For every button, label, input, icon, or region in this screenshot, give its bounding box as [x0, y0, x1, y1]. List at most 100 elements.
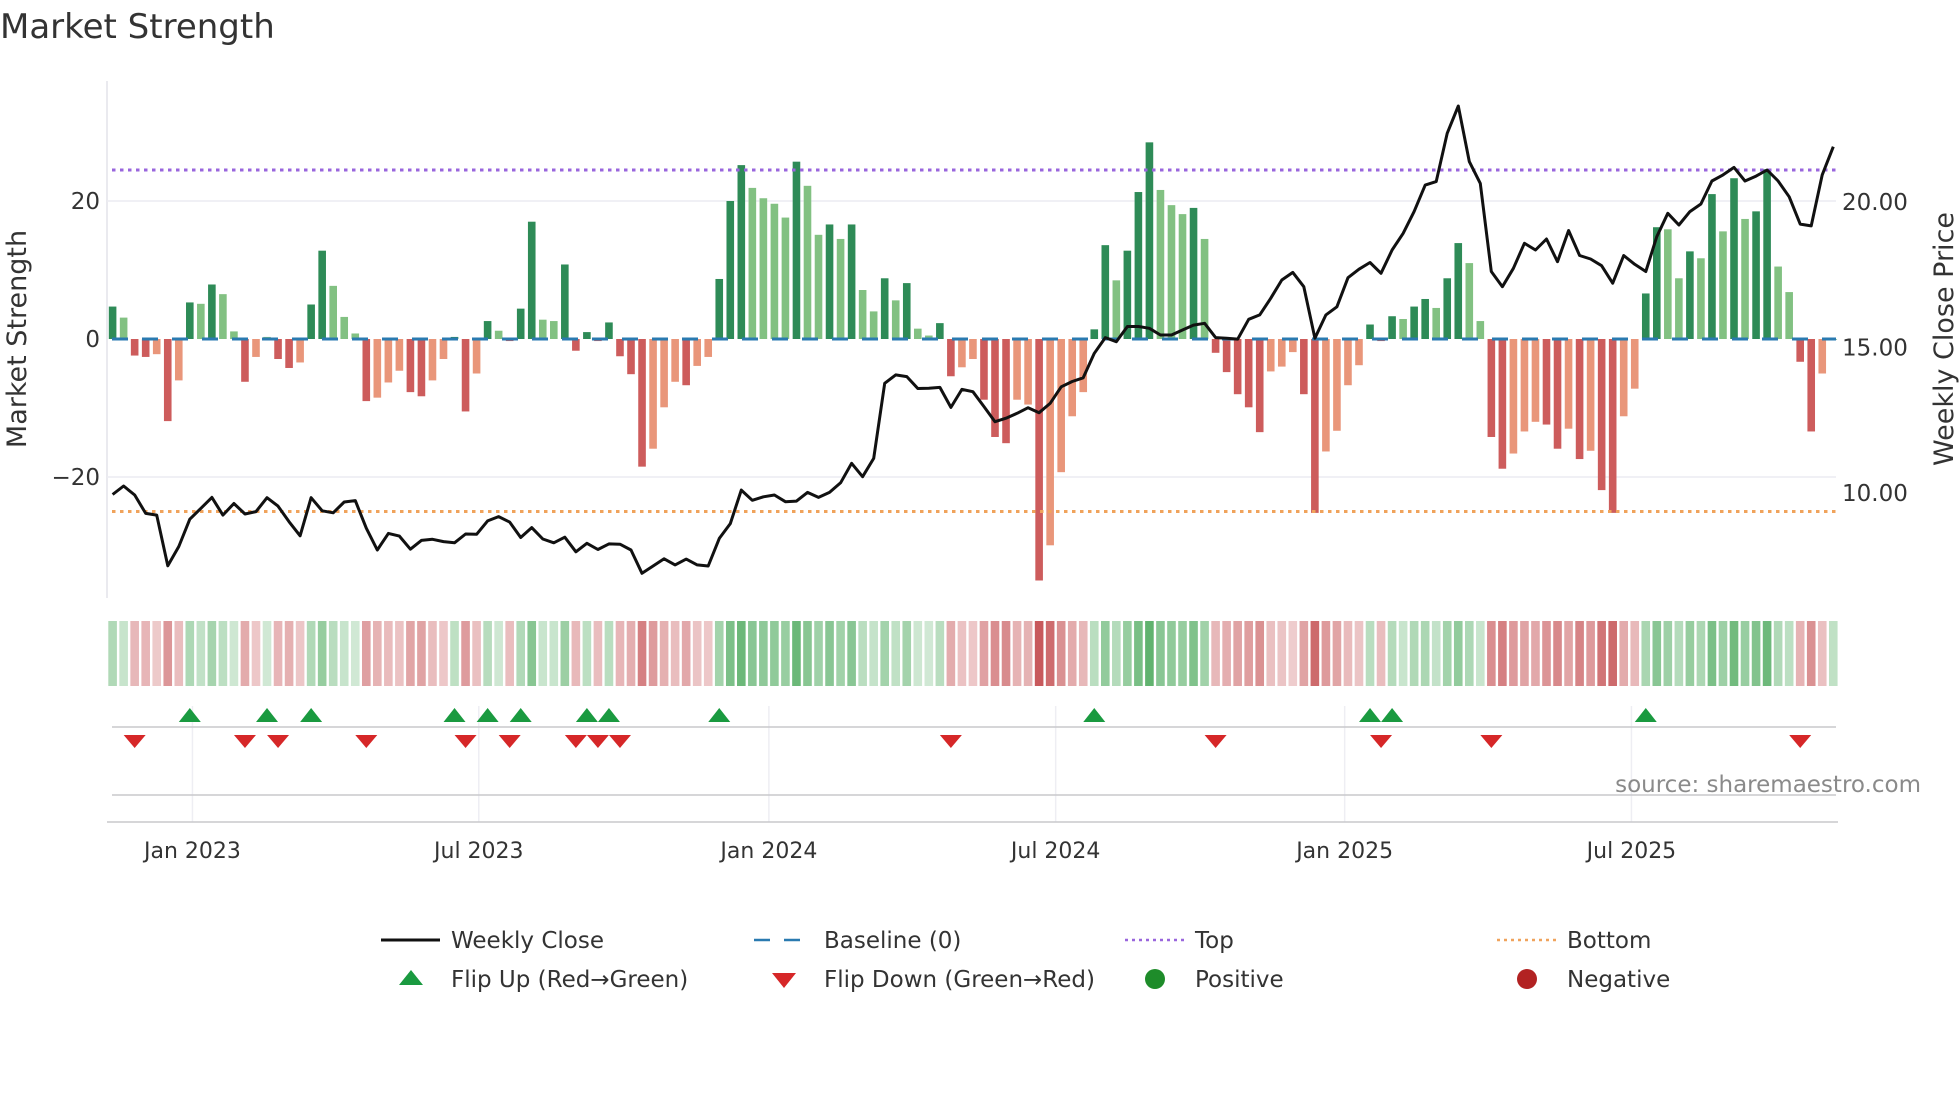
regime-cell: [1531, 621, 1540, 686]
strength-bar: [781, 217, 790, 339]
chart-title: Market Strength: [0, 7, 275, 47]
strength-bar: [527, 221, 536, 339]
legend-item: Baseline (0): [754, 928, 961, 954]
strength-bar: [902, 283, 911, 339]
strength-bar: [803, 185, 812, 339]
regime-cell: [1685, 621, 1695, 686]
strength-bar: [1542, 339, 1551, 425]
regime-cell: [1696, 621, 1706, 686]
flip-up-marker: [708, 708, 731, 722]
strength-bar: [1531, 339, 1540, 422]
flip-down-marker: [454, 735, 477, 748]
strength-bar: [969, 339, 977, 360]
strength-bar: [947, 339, 955, 377]
strength-bar: [318, 250, 326, 339]
flip-up-marker: [300, 708, 323, 722]
regime-cell: [1476, 621, 1485, 686]
flip-down-marker: [608, 735, 631, 748]
flip-up-marker: [476, 708, 499, 722]
regime-cell: [1520, 621, 1529, 686]
y-tick-label: 0: [85, 327, 100, 353]
strength-bar: [1399, 318, 1407, 339]
legend-label: Positive: [1195, 967, 1284, 993]
regime-cell: [637, 621, 647, 686]
strength-bar: [285, 339, 293, 368]
regime-cell: [659, 621, 669, 686]
legend-label: Bottom: [1567, 928, 1651, 954]
regime-cell: [1332, 621, 1342, 686]
legend-label: Negative: [1567, 967, 1670, 993]
regime-cell: [361, 621, 371, 686]
regime-cell: [1387, 621, 1397, 686]
regime-cell: [1442, 621, 1452, 686]
legend-item: Bottom: [1497, 928, 1651, 954]
strength-bar: [891, 300, 900, 339]
regime-cell: [847, 621, 856, 686]
regime-cell: [1553, 621, 1562, 686]
regime-cell: [384, 621, 393, 686]
strength-bar: [1333, 339, 1341, 431]
strength-bar: [406, 339, 415, 393]
strength-bar: [682, 339, 690, 386]
strength-bar: [197, 303, 205, 339]
strength-bar: [1664, 229, 1672, 339]
regime-cell: [803, 621, 812, 686]
regime-cell: [703, 621, 713, 686]
regime-cell: [1321, 621, 1331, 686]
strength-bar: [1057, 339, 1065, 473]
regime-cell: [1034, 621, 1044, 686]
regime-cell: [1674, 621, 1684, 686]
triangle-down-icon: [772, 973, 796, 988]
strength-bar: [1211, 339, 1220, 353]
strength-bar: [1608, 339, 1617, 513]
strength-bar: [1465, 263, 1474, 339]
regime-cell: [174, 621, 184, 686]
strength-bar: [1068, 339, 1077, 417]
regime-cell: [1001, 621, 1011, 686]
flip-up-marker: [256, 708, 279, 722]
strength-bar: [538, 319, 547, 339]
regime-cell: [913, 621, 923, 686]
regime-cell: [571, 621, 581, 686]
strength-bar: [307, 304, 315, 339]
regime-cell: [450, 621, 459, 686]
regime-cell: [1509, 621, 1518, 686]
strength-bar: [152, 339, 161, 355]
strength-bar: [1509, 339, 1518, 454]
regime-cell: [1167, 621, 1176, 686]
regime-cell: [1244, 621, 1253, 686]
regime-cell: [1398, 621, 1408, 686]
strength-bar: [461, 339, 470, 412]
regime-cell: [483, 621, 492, 686]
regime-cell: [1255, 621, 1265, 686]
regime-cell: [593, 621, 603, 686]
strength-bar: [660, 339, 668, 408]
flip-up-marker: [509, 708, 532, 722]
regime-cell: [240, 621, 250, 686]
strength-bar: [274, 339, 282, 360]
regime-cell: [1112, 621, 1121, 686]
strength-bar: [1222, 339, 1231, 373]
strength-bar: [186, 302, 194, 339]
regime-cell: [582, 621, 592, 686]
legend-item: Flip Down (Green→Red): [772, 967, 1095, 993]
strength-bar: [1619, 339, 1628, 417]
regime-cell: [472, 621, 481, 686]
regime-cell: [1222, 621, 1231, 686]
strength-bar: [1002, 339, 1010, 444]
circle-green-icon: [1145, 969, 1165, 989]
y-tick-label: −20: [51, 465, 100, 491]
strength-bar: [1244, 339, 1253, 408]
flip-up-marker: [443, 708, 466, 722]
regime-cell: [935, 621, 945, 686]
strength-bar: [825, 224, 834, 339]
strength-bar: [219, 294, 227, 339]
strength-bar: [1641, 293, 1650, 339]
strength-bar: [1266, 339, 1275, 372]
strength-bar: [1553, 339, 1562, 449]
flip-up-marker: [575, 708, 598, 722]
regime-cell: [648, 621, 658, 686]
flip-down-marker: [1204, 735, 1227, 748]
regime-cell: [1564, 621, 1573, 686]
flip-down-marker: [1370, 735, 1393, 748]
